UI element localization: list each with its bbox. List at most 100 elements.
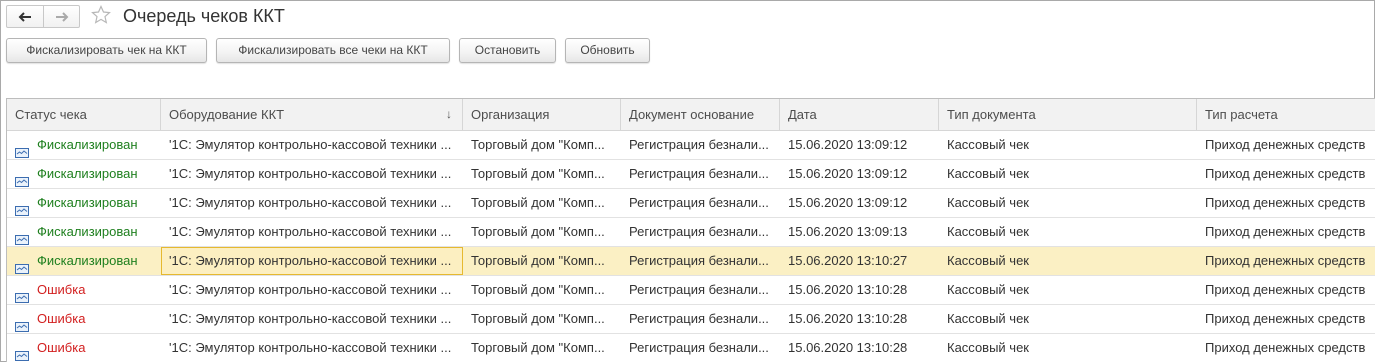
organization-cell[interactable]: Торговый дом "Комп... [463,160,621,188]
payment-type-cell[interactable]: Приход денежных средств [1197,305,1375,333]
navigation-group [6,5,80,28]
document-cell[interactable]: Регистрация безнали... [621,276,780,304]
payment-type-cell[interactable]: Приход денежных средств [1197,160,1375,188]
date-cell[interactable]: 15.06.2020 13:10:28 [780,276,939,304]
equipment-cell[interactable]: '1С: Эмулятор контрольно-кассовой техник… [161,218,463,246]
organization-cell[interactable]: Торговый дом "Комп... [463,305,621,333]
column-header-payment-type[interactable]: Тип расчета [1197,99,1375,131]
status-cell[interactable]: Ошибка [7,276,161,304]
receipt-icon [15,198,29,216]
date-cell[interactable]: 15.06.2020 13:10:27 [780,247,939,275]
date-cell[interactable]: 15.06.2020 13:09:12 [780,160,939,188]
status-cell[interactable]: Фискализирован [7,160,161,188]
back-button[interactable] [7,6,43,27]
refresh-button[interactable]: Обновить [565,38,650,63]
organization-cell[interactable]: Торговый дом "Комп... [463,247,621,275]
column-header-doc-type[interactable]: Тип документа [939,99,1197,131]
receipt-icon [15,140,29,158]
status-cell[interactable]: Ошибка [7,305,161,333]
favorite-button[interactable] [90,4,112,26]
payment-type-cell[interactable]: Приход денежных средств [1197,276,1375,304]
document-cell[interactable]: Регистрация безнали... [621,218,780,246]
equipment-cell[interactable]: '1С: Эмулятор контрольно-кассовой техник… [161,189,463,217]
status-cell[interactable]: Фискализирован [7,131,161,159]
sort-down-icon: ↓ [446,107,452,121]
column-header-label: Оборудование ККТ [169,107,285,122]
column-header-document[interactable]: Документ основание [621,99,780,131]
status-cell[interactable]: Фискализирован [7,189,161,217]
doc-type-cell[interactable]: Кассовый чек [939,131,1197,159]
doc-type-cell[interactable]: Кассовый чек [939,247,1197,275]
table-header: Статус чека Оборудование ККТ ↓ Организац… [7,99,1375,131]
date-cell[interactable]: 15.06.2020 13:10:28 [780,305,939,333]
receipts-table: Статус чека Оборудование ККТ ↓ Организац… [6,98,1375,362]
equipment-cell[interactable]: '1С: Эмулятор контрольно-кассовой техник… [161,276,463,304]
document-cell[interactable]: Регистрация безнали... [621,131,780,159]
date-cell[interactable]: 15.06.2020 13:10:28 [780,334,939,362]
receipt-icon [15,256,29,274]
status-text: Фискализирован [37,253,138,268]
organization-cell[interactable]: Торговый дом "Комп... [463,218,621,246]
equipment-cell[interactable]: '1С: Эмулятор контрольно-кассовой техник… [161,160,463,188]
table-row[interactable]: Фискализирован '1С: Эмулятор контрольно-к… [7,247,1375,276]
status-text: Ошибка [37,340,86,355]
status-text: Ошибка [37,311,86,326]
organization-cell[interactable]: Торговый дом "Комп... [463,131,621,159]
table-row[interactable]: Фискализирован '1С: Эмулятор контрольно-к… [7,218,1375,247]
organization-cell[interactable]: Торговый дом "Комп... [463,189,621,217]
receipt-icon [15,285,29,303]
status-cell[interactable]: Фискализирован [7,247,161,275]
forward-button[interactable] [43,6,79,27]
organization-cell[interactable]: Торговый дом "Комп... [463,276,621,304]
document-cell[interactable]: Регистрация безнали... [621,247,780,275]
doc-type-cell[interactable]: Кассовый чек [939,305,1197,333]
equipment-cell[interactable]: '1С: Эмулятор контрольно-кассовой техник… [161,247,463,275]
payment-type-cell[interactable]: Приход денежных средств [1197,218,1375,246]
doc-type-cell[interactable]: Кассовый чек [939,334,1197,362]
document-cell[interactable]: Регистрация безнали... [621,305,780,333]
status-cell[interactable]: Фискализирован [7,218,161,246]
table-row[interactable]: Ошибка '1С: Эмулятор контрольно-кассовой … [7,276,1375,305]
table-row[interactable]: Ошибка '1С: Эмулятор контрольно-кассовой … [7,305,1375,334]
payment-type-cell[interactable]: Приход денежных средств [1197,131,1375,159]
status-cell[interactable]: Ошибка [7,334,161,362]
equipment-cell[interactable]: '1С: Эмулятор контрольно-кассовой техник… [161,305,463,333]
doc-type-cell[interactable]: Кассовый чек [939,160,1197,188]
fiscalize-all-receipts-button[interactable]: Фискализировать все чеки на ККТ [216,38,450,63]
table-row[interactable]: Фискализирован '1С: Эмулятор контрольно-к… [7,189,1375,218]
arrow-left-icon [18,11,31,22]
status-text: Фискализирован [37,195,138,210]
document-cell[interactable]: Регистрация безнали... [621,189,780,217]
status-text: Фискализирован [37,166,138,181]
receipt-icon [15,343,29,361]
doc-type-cell[interactable]: Кассовый чек [939,218,1197,246]
fiscalize-receipt-button[interactable]: Фискализировать чек на ККТ [6,38,207,63]
payment-type-cell[interactable]: Приход денежных средств [1197,189,1375,217]
document-cell[interactable]: Регистрация безнали... [621,160,780,188]
document-cell[interactable]: Регистрация безнали... [621,334,780,362]
arrow-right-icon [55,11,68,22]
date-cell[interactable]: 15.06.2020 13:09:12 [780,131,939,159]
date-cell[interactable]: 15.06.2020 13:09:12 [780,189,939,217]
column-header-organization[interactable]: Организация [463,99,621,131]
column-header-date[interactable]: Дата [780,99,939,131]
receipt-icon [15,314,29,332]
equipment-cell[interactable]: '1С: Эмулятор контрольно-кассовой техник… [161,334,463,362]
status-text: Ошибка [37,282,86,297]
payment-type-cell[interactable]: Приход денежных средств [1197,334,1375,362]
status-text: Фискализирован [37,137,138,152]
column-header-status[interactable]: Статус чека [7,99,161,131]
table-row[interactable]: Фискализирован '1С: Эмулятор контрольно-к… [7,160,1375,189]
table-row[interactable]: Ошибка '1С: Эмулятор контрольно-кассовой … [7,334,1375,362]
organization-cell[interactable]: Торговый дом "Комп... [463,334,621,362]
stop-button[interactable]: Остановить [459,38,556,63]
doc-type-cell[interactable]: Кассовый чек [939,189,1197,217]
date-cell[interactable]: 15.06.2020 13:09:13 [780,218,939,246]
column-header-equipment[interactable]: Оборудование ККТ ↓ [161,99,463,131]
doc-type-cell[interactable]: Кассовый чек [939,276,1197,304]
table-row[interactable]: Фискализирован '1С: Эмулятор контрольно-к… [7,131,1375,160]
page-title: Очередь чеков ККТ [123,6,285,26]
equipment-cell[interactable]: '1С: Эмулятор контрольно-кассовой техник… [161,131,463,159]
payment-type-cell[interactable]: Приход денежных средств [1197,247,1375,275]
status-text: Фискализирован [37,224,138,239]
